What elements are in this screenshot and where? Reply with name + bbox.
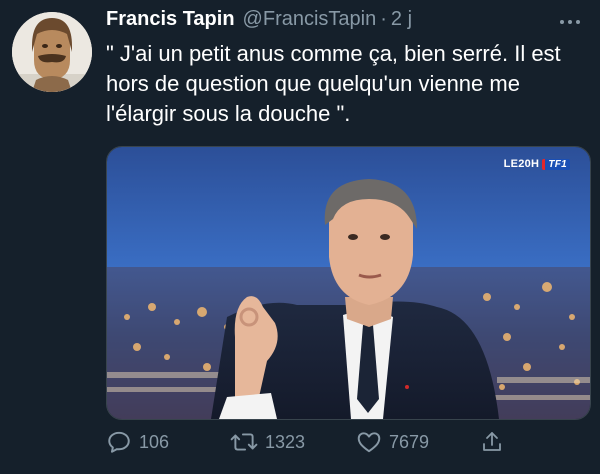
more-dots-icon bbox=[560, 20, 564, 24]
author-handle[interactable]: @FrancisTapin bbox=[243, 8, 377, 31]
reply-count: 106 bbox=[139, 431, 170, 452]
tweet-text: " J'ai un petit anus comme ça, bien serr… bbox=[106, 41, 561, 126]
like-count: 7679 bbox=[389, 431, 430, 452]
channel-text: LE20H bbox=[503, 158, 540, 170]
more-options-button[interactable] bbox=[556, 12, 584, 32]
retweet-icon bbox=[230, 433, 258, 451]
retweet-count: 1323 bbox=[265, 431, 306, 452]
like-button[interactable]: 7679 bbox=[356, 428, 429, 456]
retweet-button[interactable]: 1323 bbox=[230, 428, 305, 456]
more-dots-icon bbox=[568, 20, 572, 24]
more-dots-icon bbox=[576, 20, 580, 24]
reply-button[interactable]: 106 bbox=[106, 428, 169, 456]
reply-bubble-icon bbox=[108, 431, 130, 453]
share-button[interactable] bbox=[480, 428, 504, 456]
separator-dot: · bbox=[380, 8, 387, 30]
tweet-media[interactable]: LE20H TF1 bbox=[106, 146, 591, 420]
avatar[interactable] bbox=[12, 12, 92, 92]
share-icon bbox=[483, 432, 501, 451]
tweet-time[interactable]: 2 j bbox=[391, 8, 412, 31]
media-image bbox=[107, 147, 590, 419]
channel-mark: TF1 bbox=[542, 158, 570, 170]
avatar-image bbox=[12, 12, 92, 92]
author-name[interactable]: Francis Tapin bbox=[106, 8, 235, 31]
tweet-header: Francis Tapin @FrancisTapin · 2 j bbox=[106, 8, 580, 38]
tweet-actions: 106 1323 7679 bbox=[106, 428, 516, 456]
channel-logo: LE20H TF1 bbox=[504, 158, 570, 170]
tweet[interactable]: Francis Tapin @FrancisTapin · 2 j " J'ai… bbox=[0, 0, 600, 474]
heart-icon bbox=[357, 432, 381, 453]
